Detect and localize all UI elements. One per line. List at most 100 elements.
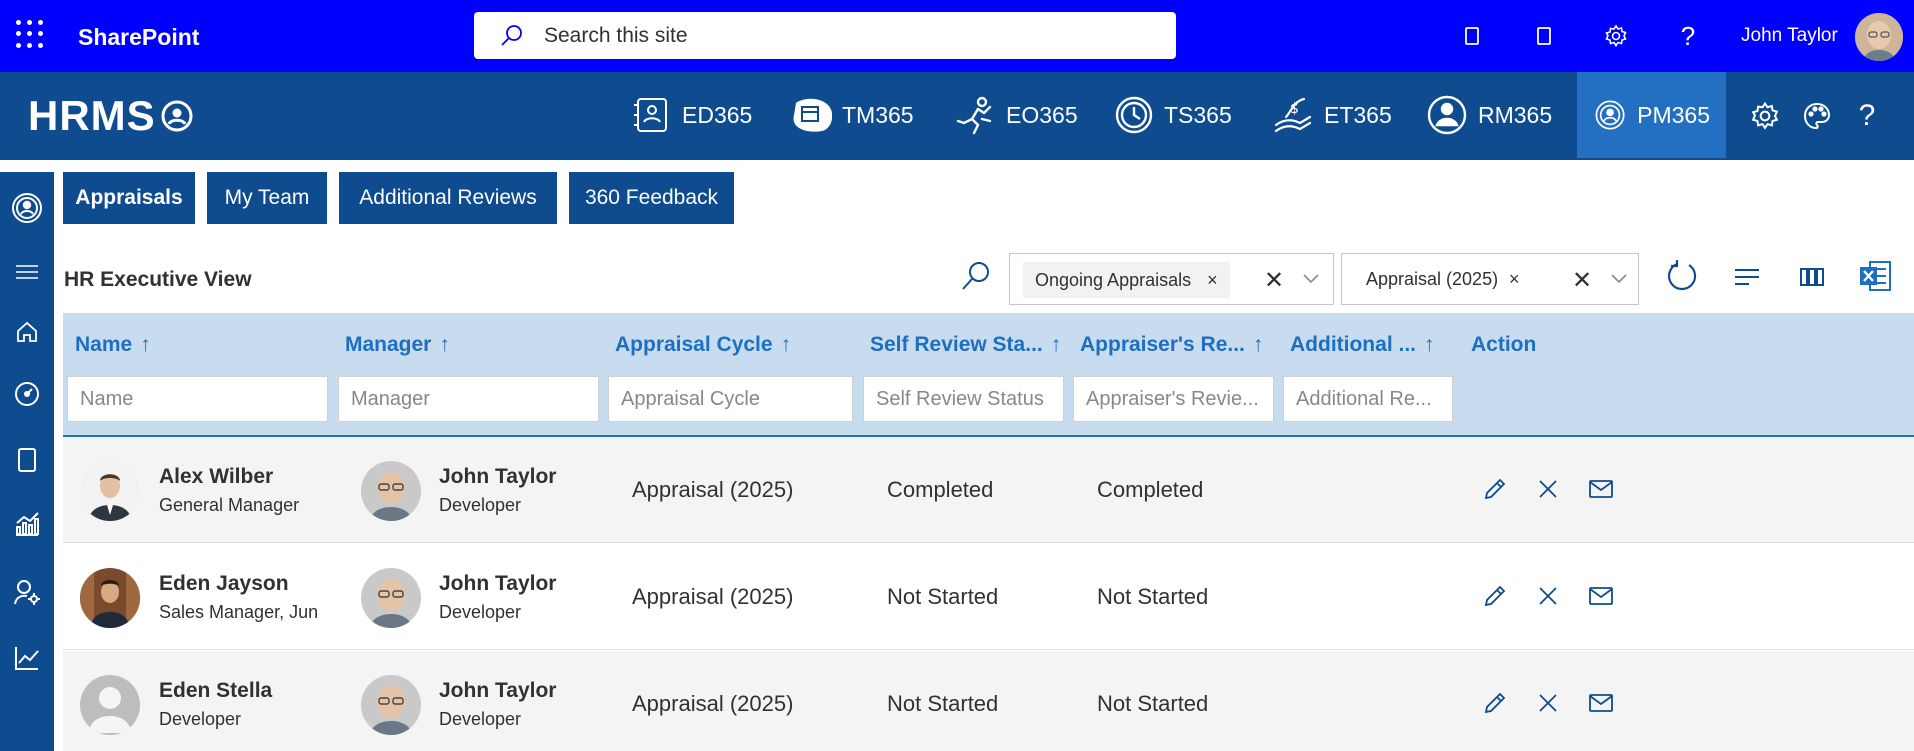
appraisal-cycle: Appraisal (2025) [632,691,794,716]
edit-pencil-icon[interactable] [1480,581,1510,611]
home-icon[interactable] [11,316,43,348]
module-label: PM365 [1637,101,1710,128]
module-tm365[interactable]: TM365 [774,72,930,158]
user-name[interactable]: John Taylor [1741,25,1838,47]
tab-360-feedback[interactable]: 360 Feedback [569,172,734,224]
module-label: TS365 [1164,101,1232,128]
clear-icon[interactable]: ✕ [1264,266,1284,295]
column-label: Manager [345,333,432,356]
id-card-icon [634,98,667,132]
filter-chip[interactable]: Ongoing Appraisals × [1023,262,1230,298]
sort-arrow-icon[interactable]: ↑ [1424,333,1435,356]
edit-pencil-icon[interactable] [1480,688,1510,718]
manager-avatar [361,461,421,521]
user-settings-icon[interactable] [11,576,43,608]
notebook-icon[interactable] [1456,20,1488,52]
manager-name[interactable]: John Taylor [439,572,556,596]
column-header-self-review-status[interactable]: Self Review Sta... ↑ [870,333,1061,357]
sort-arrow-icon[interactable]: ↑ [1051,333,1062,356]
chip-remove-icon[interactable]: × [1509,269,1520,290]
search-icon[interactable] [958,258,994,294]
svg-text:$: $ [1290,101,1299,117]
manager-name[interactable]: John Taylor [439,465,556,489]
module-pm365[interactable]: PM365 [1577,72,1726,158]
mail-icon[interactable] [1586,688,1616,718]
profile-circle-icon[interactable] [11,192,43,224]
left-nav-rail [0,172,54,751]
chevron-down-icon[interactable] [1302,266,1320,290]
column-header-appraiser-review[interactable]: Appraiser's Re... ↑ [1080,333,1263,357]
self-review-status: Completed [887,477,994,502]
edit-pencil-icon[interactable] [1480,474,1510,504]
columns-icon[interactable] [1797,262,1827,292]
table-row[interactable]: Eden Jayson Sales Manager, Junic John Ta… [63,544,1914,650]
employee-avatar [80,568,140,628]
module-ed365[interactable]: ED365 [616,72,768,158]
hrms-help-icon[interactable]: ? [1850,99,1884,133]
column-header-name[interactable]: Name ↑ [75,333,151,357]
clear-icon[interactable]: ✕ [1572,266,1592,295]
employee-name[interactable]: Eden Stella [159,679,272,703]
analytics-icon[interactable] [11,508,43,540]
appraiser-review-status: Completed [1097,477,1204,502]
close-icon[interactable] [1533,581,1563,611]
trend-chart-icon[interactable] [11,642,43,674]
group-by-icon[interactable] [1732,262,1762,292]
column-header-action: Action [1471,333,1537,356]
refresh-icon[interactable] [1664,258,1700,294]
column-header-additional[interactable]: Additional ... ↑ [1290,333,1435,357]
appraiser-review-filter-input[interactable] [1073,376,1274,422]
manager-title: Developer [439,602,522,622]
sharepoint-title[interactable]: SharePoint [78,24,199,51]
dashboard-gauge-icon[interactable] [11,378,43,410]
tab-appraisals[interactable]: Appraisals [63,172,195,224]
mail-icon[interactable] [1586,581,1616,611]
module-ts365[interactable]: TS365 [1098,72,1248,158]
tab-my-team[interactable]: My Team [207,172,327,224]
module-eo365[interactable]: EO365 [936,72,1094,158]
filter-chip-label: Appraisal (2025) [1366,269,1499,289]
status-filter-dropdown[interactable]: Ongoing Appraisals × ✕ [1009,253,1334,305]
employee-name[interactable]: Alex Wilber [159,465,273,489]
table-row[interactable]: Eden Stella Developer John Taylor Develo… [63,651,1914,751]
employee-name[interactable]: Eden Jayson [159,572,289,596]
sort-arrow-icon[interactable]: ↑ [781,333,792,356]
search-input[interactable] [544,12,1144,59]
additional-review-filter-input[interactable] [1283,376,1453,422]
column-header-appraisal-cycle[interactable]: Appraisal Cycle ↑ [615,333,791,357]
sort-arrow-icon[interactable]: ↑ [439,333,450,356]
excel-export-icon[interactable] [1858,259,1892,293]
document-icon[interactable] [11,444,43,476]
manager-filter-input[interactable] [338,376,599,422]
sort-arrow-icon[interactable]: ↑ [1253,333,1264,356]
site-search-box[interactable] [474,12,1176,59]
user-avatar[interactable] [1855,13,1903,61]
hrms-settings-icon[interactable] [1748,99,1782,133]
hrms-logo[interactable]: HRMS [28,92,194,140]
help-icon[interactable]: ? [1672,20,1704,52]
close-icon[interactable] [1533,688,1563,718]
chip-remove-icon[interactable]: × [1207,270,1218,291]
column-label: Appraiser's Re... [1080,333,1245,356]
appraisal-cycle-filter-input[interactable] [608,376,853,422]
chevron-down-icon[interactable] [1610,266,1628,290]
theme-palette-icon[interactable] [1800,99,1834,133]
cycle-filter-dropdown[interactable]: Appraisal (2025) × ✕ [1341,253,1639,305]
mail-icon[interactable] [1586,474,1616,504]
name-filter-input[interactable] [67,376,328,422]
self-review-filter-input[interactable] [863,376,1064,422]
menu-hamburger-icon[interactable] [11,256,43,288]
table-header: Name ↑ Manager ↑ Appraisal Cycle ↑ Self Rev… [63,313,1914,437]
manager-name[interactable]: John Taylor [439,679,556,703]
module-rm365[interactable]: RM365 [1410,72,1568,158]
close-icon[interactable] [1533,474,1563,504]
app-launcher-icon[interactable] [16,20,44,48]
column-header-manager[interactable]: Manager ↑ [345,333,450,357]
sort-arrow-icon[interactable]: ↑ [140,333,151,356]
module-et365[interactable]: $ ET365 [1256,72,1408,158]
tab-additional-reviews[interactable]: Additional Reviews [339,172,557,224]
view-title: HR Executive View [64,268,252,291]
feed-icon[interactable] [1528,20,1560,52]
settings-gear-icon[interactable] [1600,20,1632,52]
table-row[interactable]: Alex Wilber General Manager John Taylor … [63,437,1914,543]
